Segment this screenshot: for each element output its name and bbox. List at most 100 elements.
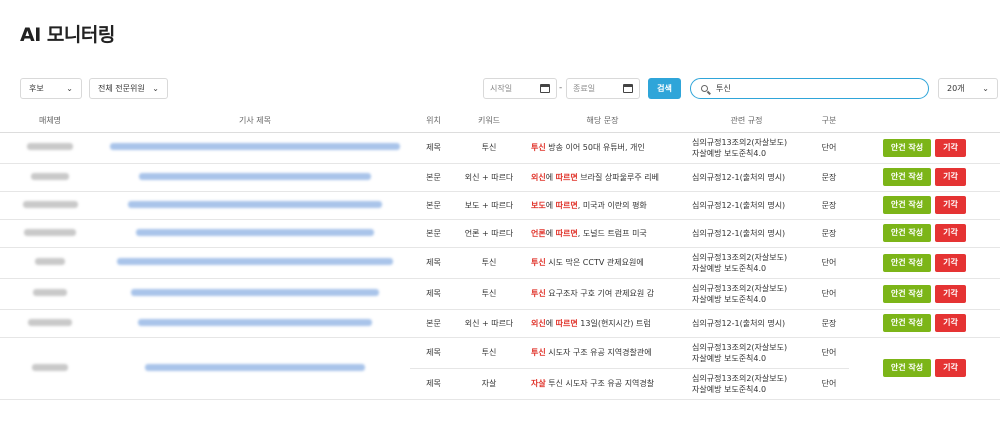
chevron-down-icon: ⌄: [66, 84, 73, 93]
rule-line: 심의규정13조의2(자살보도): [692, 283, 788, 293]
rule-line: 심의규정13조의2(자살보도): [692, 252, 788, 262]
end-date-input[interactable]: 종료일: [566, 78, 640, 99]
committee-select-value: 전체 전문위원: [98, 84, 145, 93]
rule-line: 심의규정13조의2(자살보도): [692, 342, 788, 352]
actions-cell: 안건 작성 기각: [849, 337, 1000, 400]
rule-line: 자살예방 보도준칙4.0: [692, 148, 767, 158]
monitoring-table: 매체명 기사 제목 위치 키워드 해당 문장 관련 규정 구분 제목 투신 투신 방…: [0, 110, 1000, 400]
rule-line: 심의규정12-1(출처의 명시): [692, 228, 786, 238]
status-select[interactable]: 후보 ⌄: [20, 78, 82, 99]
end-date-placeholder: 종료일: [573, 84, 596, 93]
article-title-link[interactable]: [138, 318, 372, 326]
sentence-cell: 외신에 따르면 브라질 상파울루주 리베: [521, 163, 684, 192]
sentence-text: 시도 막은 CCTV 관제요원에: [545, 258, 644, 267]
actions-cell: 안건 작성 기각: [849, 309, 1000, 338]
article-title-link[interactable]: [131, 289, 379, 296]
create-agenda-button[interactable]: 안건 작성: [883, 284, 931, 303]
sentence-cell: 언론에 따르면, 도널드 트럼프 미국: [521, 219, 684, 248]
title-cell[interactable]: [100, 191, 410, 220]
table-row[interactable]: 본문 언론 + 따르다 언론에 따르면, 도널드 트럼프 미국 심의규정12-1(출처…: [0, 219, 1000, 248]
title-cell[interactable]: [100, 278, 410, 310]
title-cell[interactable]: [100, 337, 410, 400]
keyword-cell: 투신: [457, 278, 521, 310]
title-cell[interactable]: [100, 309, 410, 338]
type-cell: 문장: [809, 219, 849, 248]
position-cell: 본문: [410, 219, 457, 248]
title-cell[interactable]: [100, 163, 410, 192]
media-cell: [0, 337, 100, 400]
column-header-sentence: 해당 문장: [521, 110, 684, 133]
type-cell: 문장: [809, 309, 849, 338]
rule-cell: 심의규정12-1(출처의 명시): [684, 309, 809, 338]
rule-cell: 심의규정13조의2(자살보도) 자살예방 보도준칙4.0: [684, 278, 809, 310]
rule-line: 심의규정12-1(출처의 명시): [692, 172, 786, 182]
create-agenda-button[interactable]: 안건 작성: [883, 138, 931, 157]
table-row[interactable]: 제목 투신 투신 요구조자 구호 기여 관제요원 감 심의규정13조의2(자살보도) 자…: [0, 278, 1000, 310]
article-title-link[interactable]: [136, 228, 374, 236]
title-cell[interactable]: [100, 247, 410, 279]
type-cell: 단어: [809, 132, 849, 164]
keyword-cell: 투신: [457, 247, 521, 279]
table-row[interactable]: 본문 외신 + 따르다 외신에 따르면 13일(현지시간) 트럼 심의규정12-1(출…: [0, 309, 1000, 338]
calendar-icon[interactable]: [623, 84, 633, 93]
table-row[interactable]: 본문 외신 + 따르다 외신에 따르면 브라질 상파울루주 리베 심의규정12-1(출…: [0, 163, 1000, 192]
article-title-link[interactable]: [128, 200, 382, 208]
search-button[interactable]: 검색: [648, 78, 681, 99]
reject-button[interactable]: 기각: [935, 284, 966, 303]
media-cell: [0, 278, 100, 310]
rule-line: 심의규정12-1(출처의 명시): [692, 200, 786, 210]
reject-button[interactable]: 기각: [935, 196, 966, 214]
sentence-cell: 외신에 따르면 13일(현지시간) 트럼: [521, 309, 684, 338]
table-row[interactable]: 제목 투신 투신 시도 막은 CCTV 관제요원에 심의규정13조의2(자살보도) 자살…: [0, 247, 1000, 279]
title-cell[interactable]: [100, 219, 410, 248]
media-cell: [0, 247, 100, 279]
keyword-highlight: 투신: [531, 289, 546, 298]
type-cell: 문장: [809, 191, 849, 220]
start-date-input[interactable]: 시작일: [483, 78, 557, 99]
keyword-highlight: 따르면: [555, 200, 578, 210]
create-agenda-button[interactable]: 안건 작성: [883, 196, 931, 214]
column-header-actions: [849, 110, 1000, 133]
sentence-text: , 미국과 이란의 평화: [577, 200, 647, 210]
search-input-value: 투신: [716, 84, 731, 93]
title-cell[interactable]: [100, 132, 410, 164]
committee-select[interactable]: 전체 전문위원 ⌄: [89, 78, 168, 99]
reject-button[interactable]: 기각: [935, 359, 966, 377]
article-title-link[interactable]: [110, 143, 400, 150]
article-title-link[interactable]: [139, 172, 371, 180]
calendar-icon[interactable]: [540, 84, 550, 93]
create-agenda-button[interactable]: 안건 작성: [883, 168, 931, 186]
table-row[interactable]: 제목 투신 투신 시도자 구조 유공 지역경찰관에 심의규정13조의2(자살보도) 자살…: [0, 337, 1000, 400]
reject-button[interactable]: 기각: [935, 224, 966, 242]
sentence-text: 에: [545, 172, 556, 182]
table-row[interactable]: 본문 보도 + 따르다 보도에 따르면, 미국과 이란의 평화 심의규정12-1(출처…: [0, 191, 1000, 220]
reject-button[interactable]: 기각: [935, 253, 966, 272]
media-cell: [0, 219, 100, 248]
page-size-select[interactable]: 20개 ⌄: [938, 78, 998, 99]
keyword-highlight: 외신: [531, 318, 546, 328]
sentence-text: 요구조자 구호 기여 관제요원 감: [545, 289, 655, 298]
media-cell: [0, 132, 100, 164]
sentence-text: 브라질 상파울루주 리베: [577, 172, 659, 182]
media-name-redacted: [22, 200, 78, 208]
article-title-link[interactable]: [117, 258, 393, 265]
media-cell: [0, 191, 100, 220]
chevron-down-icon: ⌄: [152, 84, 159, 93]
create-agenda-button[interactable]: 안건 작성: [883, 224, 931, 242]
rule-line: 심의규정13조의2(자살보도): [692, 373, 788, 383]
filter-toolbar: 후보 ⌄ 전체 전문위원 ⌄ 시작일 - 종료일 검색 투신 20개 ⌄: [0, 78, 1000, 100]
position-cell: 제목: [410, 278, 457, 310]
keyword-cell: 외신 + 따르다: [457, 309, 521, 338]
article-title-link[interactable]: [145, 363, 365, 371]
search-input[interactable]: 투신: [690, 78, 929, 99]
create-agenda-button[interactable]: 안건 작성: [883, 314, 931, 332]
create-agenda-button[interactable]: 안건 작성: [883, 359, 931, 377]
rule-line: 자살예방 보도준칙4.0: [692, 384, 767, 394]
reject-button[interactable]: 기각: [935, 138, 966, 157]
create-agenda-button[interactable]: 안건 작성: [883, 253, 931, 272]
table-row[interactable]: 제목 투신 투신 방송 이어 50대 유튜버, 개인 심의규정13조의2(자살보도) 자…: [0, 132, 1000, 164]
reject-button[interactable]: 기각: [935, 314, 966, 332]
media-name-redacted: [33, 289, 67, 296]
rule-cell: 심의규정12-1(출처의 명시): [684, 163, 809, 192]
reject-button[interactable]: 기각: [935, 168, 966, 186]
